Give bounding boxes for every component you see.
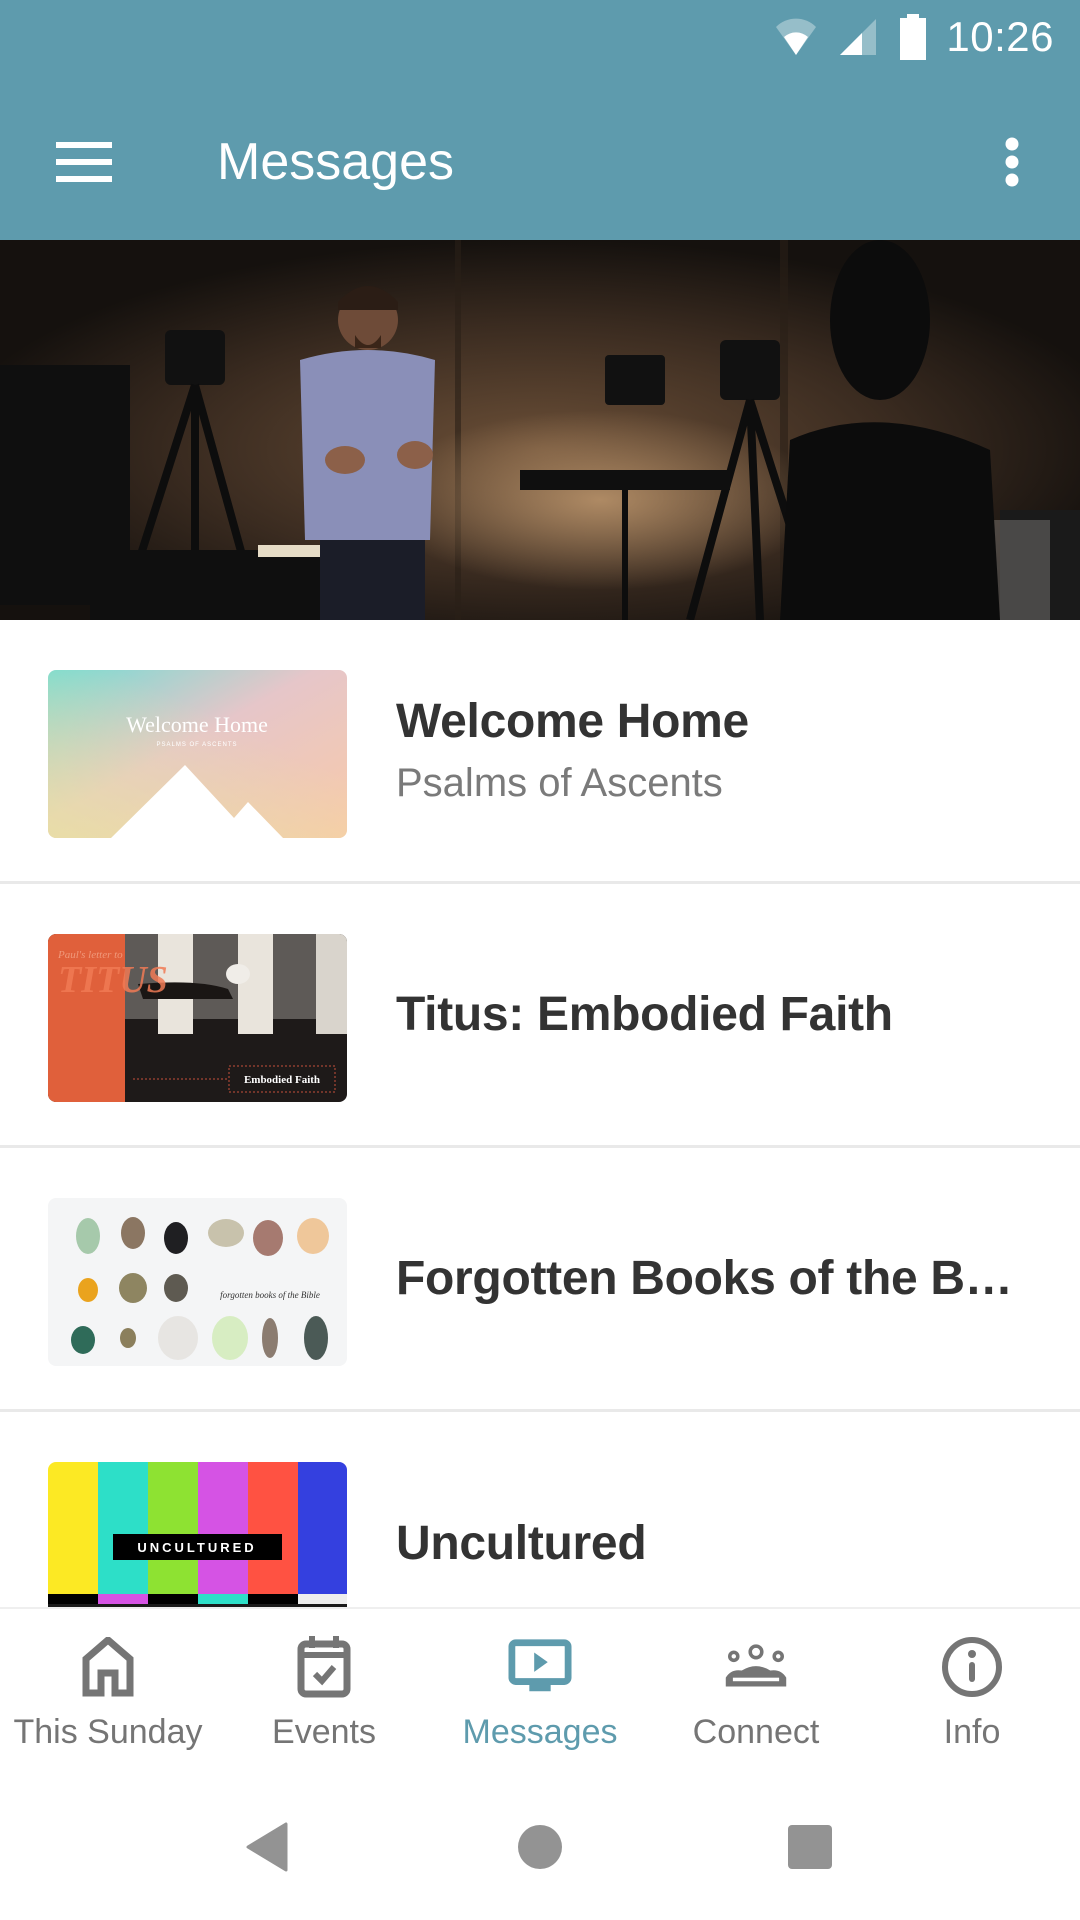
series-item-titus[interactable]: Paul's letter to TITUS Embodied Faith Ti… xyxy=(0,884,1080,1148)
cell-signal-icon xyxy=(840,19,877,55)
hamburger-menu-icon xyxy=(56,142,112,182)
toolbar: Messages xyxy=(0,84,1080,240)
status-bar: 10:26 xyxy=(0,0,1080,75)
system-home-button[interactable] xyxy=(505,1812,575,1882)
recents-icon xyxy=(788,1825,832,1869)
nav-item-connect[interactable]: Connect xyxy=(648,1609,864,1770)
hero-image[interactable] xyxy=(0,240,1080,620)
series-title: Titus: Embodied Faith xyxy=(396,987,893,1041)
overflow-menu-button[interactable] xyxy=(972,122,1052,202)
calendar-check-icon xyxy=(297,1636,351,1698)
nav-label: Messages xyxy=(462,1713,618,1751)
series-thumbnail: UNCULTURED xyxy=(48,1462,347,1607)
back-icon xyxy=(246,1822,288,1872)
nav-item-messages[interactable]: Messages xyxy=(432,1609,648,1770)
home-icon xyxy=(82,1637,134,1697)
system-recents-button[interactable] xyxy=(775,1812,845,1882)
thumb-heading: TITUS xyxy=(58,959,168,1001)
battery-icon xyxy=(900,14,927,60)
series-item-forgotten-books[interactable]: forgotten books of the Bible Forgotten B… xyxy=(0,1148,1080,1412)
series-thumbnail: Paul's letter to TITUS Embodied Faith xyxy=(48,934,347,1102)
nav-item-events[interactable]: Events xyxy=(216,1609,432,1770)
nav-item-info[interactable]: Info xyxy=(864,1609,1080,1770)
bottom-navigation: This Sunday Events Messages Connect Info xyxy=(0,1607,1080,1770)
series-title: Forgotten Books of the Bi… xyxy=(396,1251,1020,1305)
info-icon xyxy=(942,1637,1002,1697)
series-title: Welcome Home xyxy=(396,694,749,748)
series-item-uncultured[interactable]: UNCULTURED Uncultured xyxy=(0,1412,1080,1607)
nav-item-this-sunday[interactable]: This Sunday xyxy=(0,1609,216,1770)
series-thumbnail: forgotten books of the Bible xyxy=(48,1198,347,1366)
group-icon xyxy=(725,1644,787,1687)
series-subtitle: Psalms of Ascents xyxy=(396,760,723,805)
system-navigation-bar xyxy=(0,1770,1080,1920)
status-time: 10:26 xyxy=(946,13,1054,60)
nav-label: Connect xyxy=(692,1713,820,1751)
thumb-caption: forgotten books of the Bible xyxy=(220,1290,320,1300)
tv-play-icon xyxy=(508,1639,572,1692)
thumb-caption: UNCULTURED xyxy=(137,1540,256,1555)
menu-button[interactable] xyxy=(44,122,124,202)
series-list: Welcome Home PSALMS OF ASCENTS Welcome H… xyxy=(0,620,1080,1607)
more-vert-icon xyxy=(1005,137,1019,187)
hero-photo xyxy=(0,240,1080,620)
home-circle-icon xyxy=(518,1825,562,1869)
series-thumbnail: Welcome Home PSALMS OF ASCENTS xyxy=(48,670,347,838)
wifi-icon xyxy=(776,18,817,55)
series-item-welcome-home[interactable]: Welcome Home PSALMS OF ASCENTS Welcome H… xyxy=(0,620,1080,884)
nav-label: Events xyxy=(272,1713,376,1751)
nav-label: Info xyxy=(943,1713,1001,1751)
system-back-button[interactable] xyxy=(232,1812,302,1882)
thumb-caption: Embodied Faith xyxy=(244,1074,320,1086)
app-bar: 10:26 Messages xyxy=(0,0,1080,240)
page-title: Messages xyxy=(217,133,454,191)
thumb-heading: Welcome Home xyxy=(126,712,268,737)
nav-label: This Sunday xyxy=(13,1713,203,1751)
series-title: Uncultured xyxy=(396,1517,647,1570)
thumb-caption: PSALMS OF ASCENTS xyxy=(156,742,237,748)
